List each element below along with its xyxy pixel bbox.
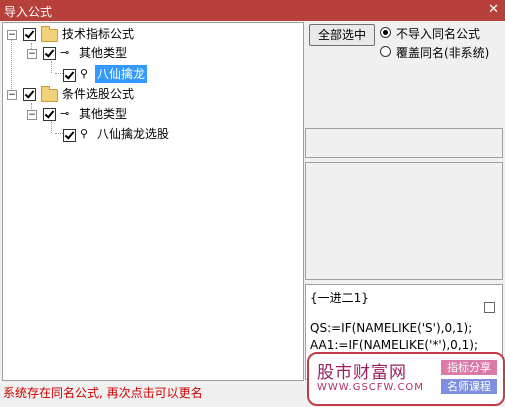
info-panel (305, 128, 503, 158)
formula-icon: ⚲ (80, 127, 89, 140)
checkbox[interactable] (484, 302, 495, 313)
watermark-name: 股市财富网 (317, 363, 407, 383)
collapse-icon[interactable]: − (27, 49, 37, 59)
title-bar: 导入公式 ✕ (0, 0, 505, 21)
collapse-icon[interactable]: − (7, 90, 17, 100)
radio-overwrite-label: 覆盖同名(非系统) (396, 46, 490, 60)
folder-icon (41, 86, 58, 102)
code-line: {一进二1} (310, 291, 369, 305)
tree-label: 其他类型 (79, 46, 128, 60)
tree-node-root2-leaf[interactable]: ⚲ 八仙擒龙选股 (3, 125, 303, 143)
tree-node-root2[interactable]: − 条件选股公式 (3, 85, 303, 103)
checkbox[interactable] (63, 69, 76, 82)
close-icon[interactable]: ✕ (488, 2, 499, 17)
radio-no-import[interactable] (380, 27, 391, 38)
watermark-tag: 名师课程 (441, 379, 497, 394)
formula-tree[interactable]: − 技术指标公式 − ⊸ 其他类型 ⚲ 八仙擒龙 − 条件选股公式 − ⊸ 其他… (2, 22, 304, 381)
radio-overwrite[interactable] (380, 46, 391, 57)
tree-node-root2-child[interactable]: − ⊸ 其他类型 (3, 105, 303, 123)
tree-node-root1-child[interactable]: − ⊸ 其他类型 (3, 44, 303, 62)
radio-no-import-label: 不导入同名公式 (396, 27, 481, 41)
tree-label: 八仙擒龙选股 (97, 127, 170, 141)
watermark-tag: 指标分享 (441, 360, 497, 375)
key-icon: ⊸ (60, 46, 70, 59)
formula-icon: ⚲ (80, 67, 89, 80)
key-icon: ⊸ (60, 107, 70, 120)
tree-label: 技术指标公式 (62, 27, 135, 41)
checkbox[interactable] (23, 88, 36, 101)
code-line: AA1:=IF(NAMELIKE('*'),0,1); (310, 338, 478, 352)
folder-icon (41, 26, 58, 42)
checkbox[interactable] (23, 28, 36, 41)
code-line: QS:=IF(NAMELIKE('S'),0,1); (310, 321, 473, 335)
select-all-button[interactable]: 全部选中 (309, 24, 375, 46)
checkbox[interactable] (43, 47, 56, 60)
description-panel (305, 162, 503, 280)
checkbox[interactable] (63, 129, 76, 142)
tree-label: 其他类型 (79, 107, 128, 121)
collapse-icon[interactable]: − (27, 110, 37, 120)
tree-label: 条件选股公式 (62, 87, 135, 101)
collapse-icon[interactable]: − (7, 30, 17, 40)
status-message: 系统存在同名公式, 再次点击可以更名 (3, 386, 203, 400)
tree-node-root1[interactable]: − 技术指标公式 (3, 25, 303, 43)
watermark-url: WWW.GSCFW.COM (317, 382, 424, 393)
tree-node-root1-leaf[interactable]: ⚲ 八仙擒龙 (3, 65, 303, 83)
tree-label-selected: 八仙擒龙 (95, 65, 148, 83)
watermark-logo: 股市财富网 WWW.GSCFW.COM 指标分享 名师课程 (307, 352, 505, 406)
window-title: 导入公式 (4, 5, 53, 19)
checkbox[interactable] (43, 108, 56, 121)
